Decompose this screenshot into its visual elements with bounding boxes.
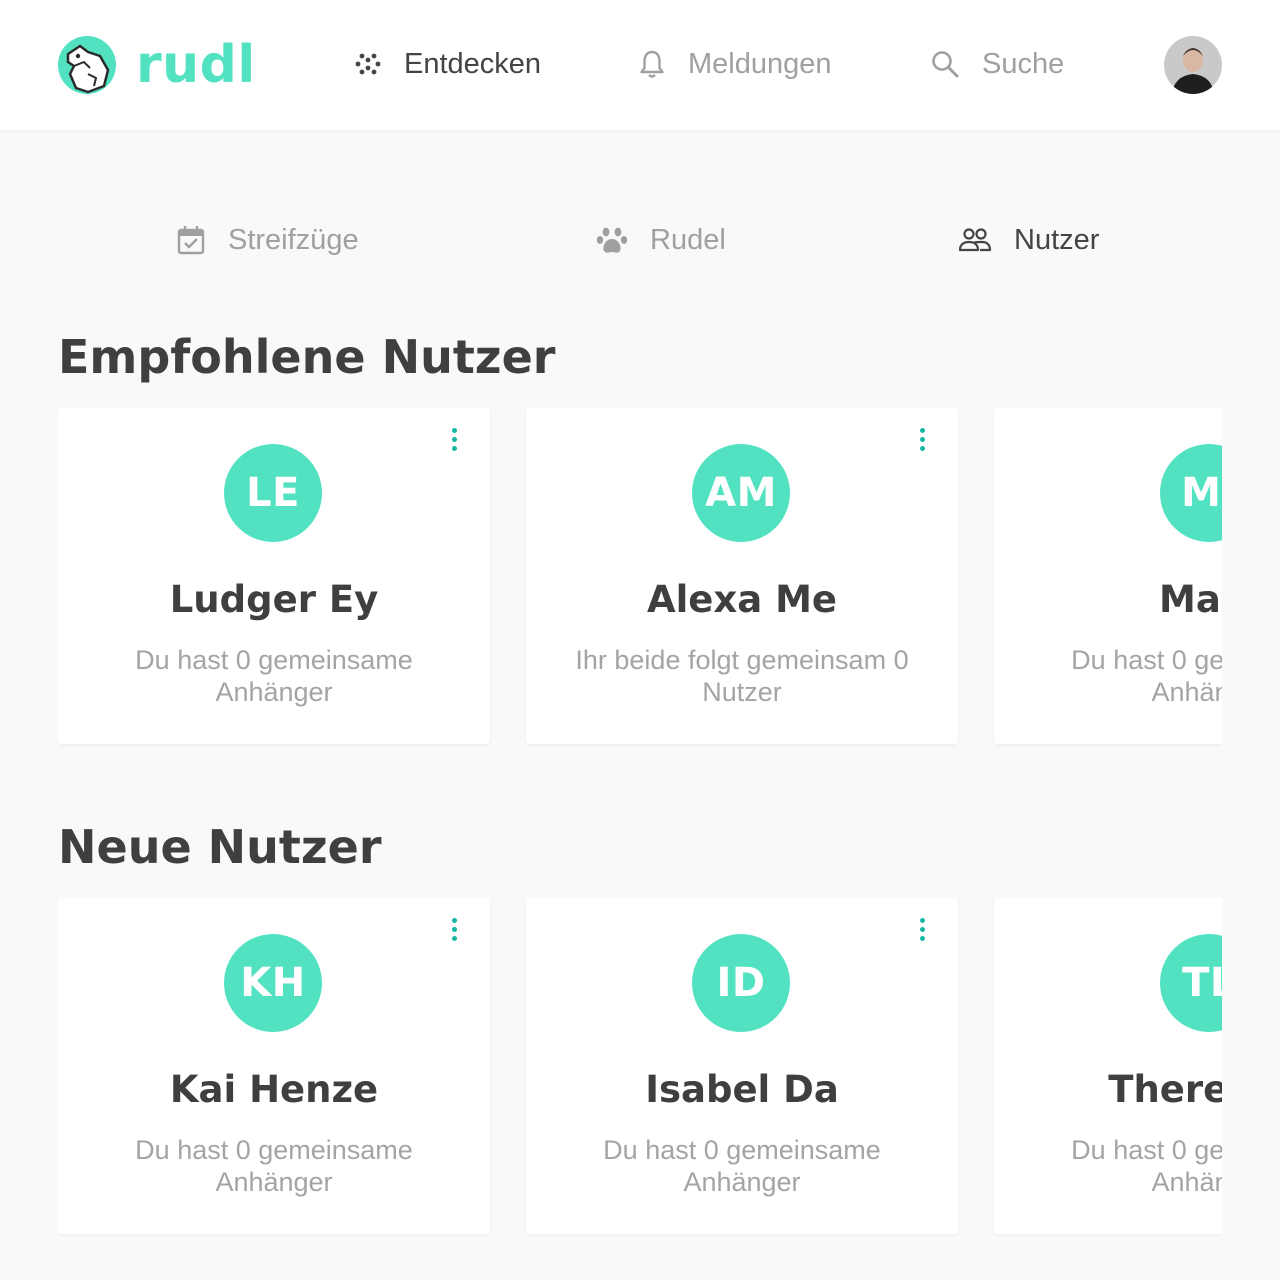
paw-icon: [596, 227, 628, 253]
user-initials-avatar: KH: [224, 934, 322, 1032]
user-card[interactable]: TL Therese L Du hast 0 gemeinsame Anhäng…: [994, 898, 1222, 1234]
tab-streifzuege-label: Streifzüge: [228, 223, 359, 256]
user-name[interactable]: Alexa Me: [526, 578, 958, 621]
tab-rudel-label: Rudel: [650, 223, 726, 256]
section-title-recommended: Empfohlene Nutzer: [58, 330, 556, 384]
brand-logo[interactable]: rudl: [58, 36, 256, 94]
user-card[interactable]: MI Marc Du hast 0 gemeinsame Anhänger: [994, 408, 1222, 744]
tab-rudel[interactable]: Rudel: [596, 218, 726, 262]
user-initials-avatar: AM: [692, 444, 790, 542]
user-name[interactable]: Therese L: [994, 1068, 1222, 1111]
more-options-icon[interactable]: [916, 918, 928, 948]
user-name[interactable]: Isabel Da: [526, 1068, 958, 1111]
user-description: Du hast 0 gemeinsame Anhänger: [1071, 1135, 1222, 1197]
more-options-icon[interactable]: [448, 918, 460, 948]
nav-suche-label: Suche: [982, 47, 1065, 80]
wolf-logo-icon: [58, 36, 116, 94]
bell-icon: [640, 50, 664, 78]
more-options-icon[interactable]: [916, 428, 928, 458]
user-name[interactable]: Ludger Ey: [58, 578, 490, 621]
nav-meldungen[interactable]: Meldungen: [638, 40, 832, 88]
nav-entdecken-label: Entdecken: [404, 47, 542, 80]
users-icon: [958, 228, 992, 252]
top-navigation-bar: rudl Entdecken Meldungen Suche: [0, 0, 1280, 130]
user-initials-avatar: TL: [1160, 934, 1222, 1032]
profile-avatar[interactable]: [1164, 36, 1222, 94]
nav-suche[interactable]: Suche: [930, 40, 1064, 88]
discover-icon: [355, 53, 381, 75]
user-description: Ihr beide folgt gemeinsam 0 Nutzer: [575, 645, 909, 707]
user-name[interactable]: Kai Henze: [58, 1068, 490, 1111]
nav-meldungen-label: Meldungen: [688, 47, 832, 80]
user-initials-avatar: ID: [692, 934, 790, 1032]
tab-nutzer-label: Nutzer: [1014, 223, 1100, 256]
brand-name: rudl: [136, 35, 256, 95]
user-initials-avatar: LE: [224, 444, 322, 542]
user-card[interactable]: KH Kai Henze Du hast 0 gemeinsame Anhäng…: [58, 898, 490, 1234]
tab-streifzuege[interactable]: Streifzüge: [176, 218, 359, 262]
user-card[interactable]: LE Ludger Ey Du hast 0 gemeinsame Anhäng…: [58, 408, 490, 744]
user-card[interactable]: AM Alexa Me Ihr beide folgt gemeinsam 0 …: [526, 408, 958, 744]
more-options-icon[interactable]: [448, 428, 460, 458]
tab-nutzer[interactable]: Nutzer: [958, 218, 1099, 262]
user-card[interactable]: ID Isabel Da Du hast 0 gemeinsame Anhäng…: [526, 898, 958, 1234]
user-description: Du hast 0 gemeinsame Anhänger: [135, 1135, 413, 1197]
section-title-new-users: Neue Nutzer: [58, 820, 382, 874]
calendar-check-icon: [177, 226, 205, 255]
user-initials-avatar: MI: [1160, 444, 1222, 542]
user-name[interactable]: Marc: [994, 578, 1222, 621]
user-description: Du hast 0 gemeinsame Anhänger: [603, 1135, 881, 1197]
user-description: Du hast 0 gemeinsame Anhänger: [1071, 645, 1222, 707]
search-icon: [932, 51, 959, 78]
new-users-row: KH Kai Henze Du hast 0 gemeinsame Anhäng…: [58, 898, 1222, 1238]
recommended-users-row: LE Ludger Ey Du hast 0 gemeinsame Anhäng…: [58, 408, 1222, 748]
user-description: Du hast 0 gemeinsame Anhänger: [135, 645, 413, 707]
nav-entdecken[interactable]: Entdecken: [354, 40, 541, 88]
